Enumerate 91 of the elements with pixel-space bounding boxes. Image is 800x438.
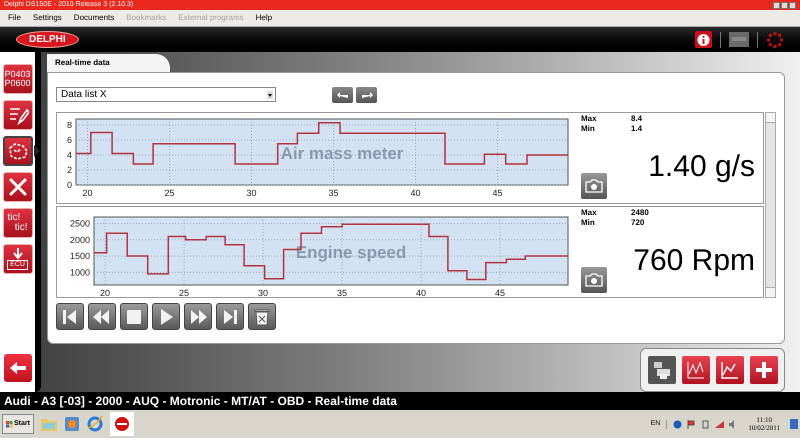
network-icon[interactable] [715,420,724,428]
x-tick-label: 30 [258,288,268,297]
x-tick-label: 25 [164,188,174,198]
graphs-button[interactable] [682,356,710,384]
browser-icon[interactable] [86,415,104,433]
vehicle-info: Audi - A3 [-03] - 2000 - AUQ - Motronic - MT/AT - OBD - Real-time data [4,393,397,410]
windows-flag-icon [6,420,13,428]
series-name: Engine speed [296,243,406,262]
left-arrow-icon [8,361,26,375]
device-icon [729,32,749,47]
scrollbar[interactable] [765,112,776,298]
graph-icon [720,360,740,380]
camera-button[interactable] [581,173,607,199]
trash-button[interactable] [248,303,276,330]
print-button[interactable] [648,356,676,384]
graph-button[interactable] [716,356,744,384]
min-label: Min [581,124,596,134]
sidebar-button[interactable] [2,172,32,202]
y-tick-label: 1500 [70,251,90,262]
camera-button[interactable] [581,267,607,293]
active-app-button[interactable] [110,412,134,436]
x-tick-label: 35 [328,188,338,198]
stop-sign-icon [114,416,130,432]
undo-button[interactable] [332,86,353,102]
max-label: Max [581,114,598,124]
x-tick-label: 20 [100,288,110,297]
x-tick-label: 40 [410,188,420,198]
logo: DELPHI [16,31,79,48]
redo-button[interactable] [356,86,377,102]
battery-icon[interactable] [701,420,710,428]
y-tick-label: 2500 [70,218,90,228]
sidebar-button[interactable] [2,100,32,130]
y-tick-label: 8 [66,120,72,130]
menu-item[interactable]: Help [256,12,272,24]
y-tick-label: 4 [66,150,72,160]
sidebar-button[interactable]: P0403 P0600 [2,64,32,94]
max-value: 2480 [631,208,650,218]
back-button[interactable] [4,354,32,382]
menu-item[interactable]: File [8,12,21,24]
x-tick-label: 30 [246,188,256,198]
down-arrow-icon [12,248,22,260]
last-button[interactable] [216,303,244,330]
tic-label: tic! [8,213,20,223]
series-name: Air mass meter [280,144,404,163]
x-tick-label: 45 [492,188,502,198]
stop-button[interactable] [120,303,148,330]
info-icon[interactable] [695,31,712,48]
min-value: 720 [631,218,646,228]
undo-arrow-icon [336,90,348,98]
reading: 1.40 g/s [648,151,755,183]
menu-item[interactable]: Documents [74,12,114,24]
forward-button[interactable] [184,303,212,330]
tic-label: tic! [14,223,28,233]
code-label: P0403 [4,70,31,79]
selected-pointer-icon [34,145,40,157]
min-value: 1.4 [631,124,644,134]
printer-icon [652,360,672,380]
x-tick-label: 25 [179,288,190,297]
x-tick-label: 40 [416,288,426,297]
y-tick-label: 0 [66,180,72,190]
x-tick-label: 35 [337,288,348,297]
min-label: Min [581,218,596,228]
sidebar-button[interactable] [2,136,32,166]
redo-arrow-icon [360,90,372,98]
bluetooth-icon[interactable] [673,420,682,428]
sidebar-button[interactable]: tic! tic! [2,208,32,238]
rewind-button[interactable] [88,303,116,330]
settings-button[interactable] [750,356,778,384]
camera-icon [585,179,603,193]
multi-graph-icon [686,360,706,380]
flag-icon[interactable] [687,420,696,428]
tools-icon [6,176,28,198]
tab[interactable]: Real-time data [47,54,170,72]
dropdown-arrow-icon [267,90,273,98]
reading: 760 Rpm [633,245,755,277]
code-label: P0600 [4,79,31,88]
settings-icon [754,360,774,380]
camera-icon [585,273,603,287]
x-tick-label: 20 [82,188,92,198]
x-tick-label: 45 [495,288,506,297]
play-button[interactable] [152,303,180,330]
y-tick-label: 2 [66,165,72,175]
y-tick-label: 2000 [70,234,90,245]
menu-item[interactable]: Settings [32,12,62,24]
first-button[interactable] [56,303,84,330]
spinner-icon [766,30,784,48]
y-tick-label: 6 [66,135,72,145]
y-tick-label: 1000 [70,267,90,278]
data-list-dropdown[interactable]: Data list X [56,87,276,102]
max-label: Max [581,208,598,218]
max-value: 8.4 [631,114,644,124]
